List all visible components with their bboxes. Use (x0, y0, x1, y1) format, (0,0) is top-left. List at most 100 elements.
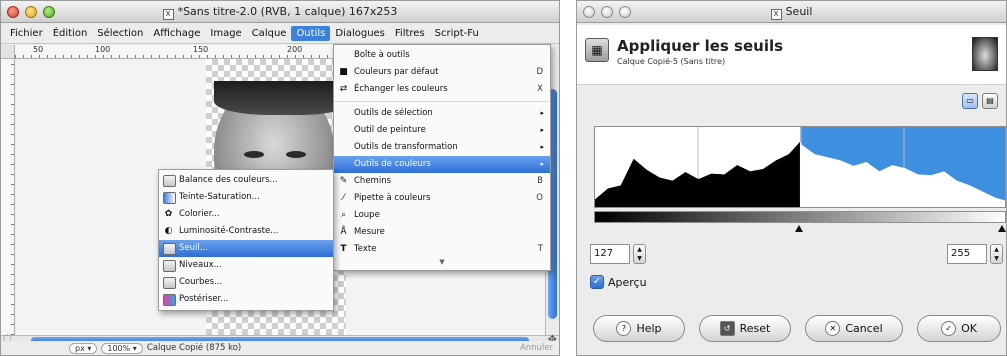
menu-item-outils-transformation[interactable]: Outils de transformation ▸ (334, 139, 550, 156)
high-threshold-input[interactable]: 255 (947, 244, 987, 264)
menu-item-outil-peinture[interactable]: Outil de peinture ▸ (334, 122, 550, 139)
preview-checkbox[interactable]: ✓ (590, 275, 604, 289)
tool-icon-shape (163, 260, 176, 272)
dialog-header: ▦ Appliquer les seuils Calque Copié-5 (S… (577, 25, 1006, 85)
spinner-arrows-icon[interactable]: ▲ ▼ (990, 244, 1003, 264)
layer-info: Calque Copié (875 ko) (146, 343, 242, 353)
cancel-button-label: Cancel (845, 322, 883, 335)
menu-fichier[interactable]: Fichier (5, 26, 48, 41)
portrait-eye (244, 151, 264, 158)
menu-item-label: Chemins (354, 176, 392, 186)
brightness-contrast-icon: ◐ (164, 226, 173, 236)
ruler-corner[interactable] (1, 45, 15, 59)
dialog-subheading: Calque Copié-5 (Sans titre) (617, 57, 726, 66)
seuil-window-title: Seuil (785, 5, 813, 18)
menu-item-niveaux[interactable]: Niveaux... (159, 257, 333, 274)
menu-item-mesure[interactable]: Å Mesure (334, 224, 550, 241)
curves-icon (163, 277, 176, 289)
menu-item-seuil[interactable]: Seuil... (159, 240, 333, 257)
zoom-select[interactable]: 100% ▾ (101, 342, 143, 354)
histogram-bin (930, 171, 945, 207)
help-button-label: Help (636, 322, 662, 335)
low-threshold-spinner[interactable]: 127 ▲ ▼ (590, 244, 646, 264)
histogram-bin (698, 173, 712, 207)
menu-item-pipette[interactable]: ⁄ Pipette à couleurs O (334, 190, 550, 207)
linear-histogram-icon[interactable]: ▭ (962, 93, 978, 109)
gimp-menubar: Fichier Édition Sélection Affichage Imag… (1, 24, 559, 44)
menu-item-loupe[interactable]: ⌕ Loupe (334, 207, 550, 224)
menu-item-label: Luminosité-Contraste... (179, 226, 279, 236)
histogram-scale-buttons: ▭ ▤ (962, 93, 998, 109)
submenu-arrow-icon: ▸ (540, 126, 544, 134)
gimp-app-icon: X (770, 9, 782, 20)
menu-item-label: Courbes... (179, 277, 223, 287)
menu-item-posteriser[interactable]: Postériser... (159, 291, 333, 308)
menu-item-chemins[interactable]: ✎ Chemins B (334, 173, 550, 190)
menu-item-colorier[interactable]: ✿ Colorier... (159, 206, 333, 223)
menu-outils[interactable]: Outils (291, 26, 331, 41)
preview-toggle[interactable]: ✓ Aperçu (590, 275, 647, 289)
menu-scroll-down-icon[interactable]: ▼ (334, 258, 550, 268)
menu-item-label: Texte (354, 244, 377, 254)
menu-filtres[interactable]: Filtres (390, 26, 430, 41)
default-colors-icon: ■ (339, 67, 348, 77)
menu-item-label: Balance des couleurs... (179, 175, 278, 185)
cancel-icon: ✕ (825, 321, 841, 336)
menu-script-fu[interactable]: Script-Fu (430, 26, 484, 41)
unit-value: px (75, 343, 85, 353)
zoom-icon: ⌕ (340, 210, 347, 220)
histogram-chart[interactable] (595, 127, 1006, 208)
vertical-ruler[interactable] (1, 59, 15, 335)
reset-button[interactable]: ↺ Reset (699, 315, 791, 342)
seuil-titlebar: X Seuil (577, 1, 1006, 23)
high-threshold-marker[interactable] (998, 225, 1006, 232)
threshold-histogram[interactable] (594, 126, 1006, 208)
histogram-bin (840, 160, 854, 207)
histogram-bin (646, 169, 660, 207)
menu-item-outils-couleurs[interactable]: Outils de couleurs ▸ (334, 156, 550, 173)
histogram-bin (607, 185, 622, 207)
menu-item-echanger-couleurs[interactable]: ⇄ Échanger les couleurs X (334, 81, 550, 98)
preview-label: Aperçu (608, 275, 647, 289)
shortcut-label: B (537, 176, 543, 186)
log-histogram-icon[interactable]: ▤ (982, 93, 998, 109)
high-threshold-spinner[interactable]: 255 ▲ ▼ (947, 244, 1003, 264)
hue-saturation-icon (163, 192, 176, 204)
menu-item-label: Outils de transformation (354, 142, 458, 152)
menu-selection[interactable]: Sélection (92, 26, 148, 41)
menu-item-texte[interactable]: T Texte T (334, 241, 550, 258)
value-gradient-bar (594, 211, 1006, 223)
spinner-arrows-icon[interactable]: ▲ ▼ (633, 244, 646, 264)
menu-separator (334, 101, 550, 102)
menu-edition[interactable]: Édition (48, 26, 93, 41)
menu-item-label: Outil de peinture (354, 125, 426, 135)
tool-icon-shape (163, 192, 176, 204)
menu-item-boite-a-outils[interactable]: Boîte à outils (334, 47, 550, 64)
menu-item-couleurs-par-defaut[interactable]: ■ Couleurs par défaut D (334, 64, 550, 81)
histogram-bin (827, 157, 841, 207)
menu-item-courbes[interactable]: Courbes... (159, 274, 333, 291)
menu-affichage[interactable]: Affichage (148, 26, 205, 41)
menu-item-luminosite-contraste[interactable]: ◐ Luminosité-Contraste... (159, 223, 333, 240)
ok-button[interactable]: ✓ OK (917, 315, 1001, 342)
menu-calque[interactable]: Calque (247, 26, 292, 41)
seuil-dialog: X Seuil ▦ Appliquer les seuils Calque Cop… (576, 0, 1007, 356)
threshold-tool-icon: ▦ (585, 38, 609, 62)
menu-item-outils-selection[interactable]: Outils de sélection ▸ (334, 105, 550, 122)
menu-item-teinte-saturation[interactable]: Teinte-Saturation... (159, 189, 333, 206)
menu-item-label: Teinte-Saturation... (179, 192, 260, 202)
ruler-mark: 150 (193, 45, 209, 54)
menu-image[interactable]: Image (205, 26, 246, 41)
low-threshold-marker[interactable] (795, 225, 804, 232)
low-threshold-input[interactable]: 127 (590, 244, 630, 264)
histogram-bin (788, 141, 801, 207)
help-button[interactable]: ? Help (593, 315, 685, 342)
cancel-button[interactable]: ✕ Cancel (805, 315, 903, 342)
shortcut-label: D (536, 67, 543, 77)
menu-item-balance-couleurs[interactable]: Balance des couleurs... (159, 172, 333, 189)
unit-select[interactable]: px ▾ (69, 342, 98, 354)
colorize-icon: ✿ (164, 209, 173, 219)
submenu-arrow-icon: ▸ (540, 109, 544, 117)
menu-dialogues[interactable]: Dialogues (330, 26, 390, 41)
cancel-status-button[interactable]: Annuler (520, 343, 559, 353)
